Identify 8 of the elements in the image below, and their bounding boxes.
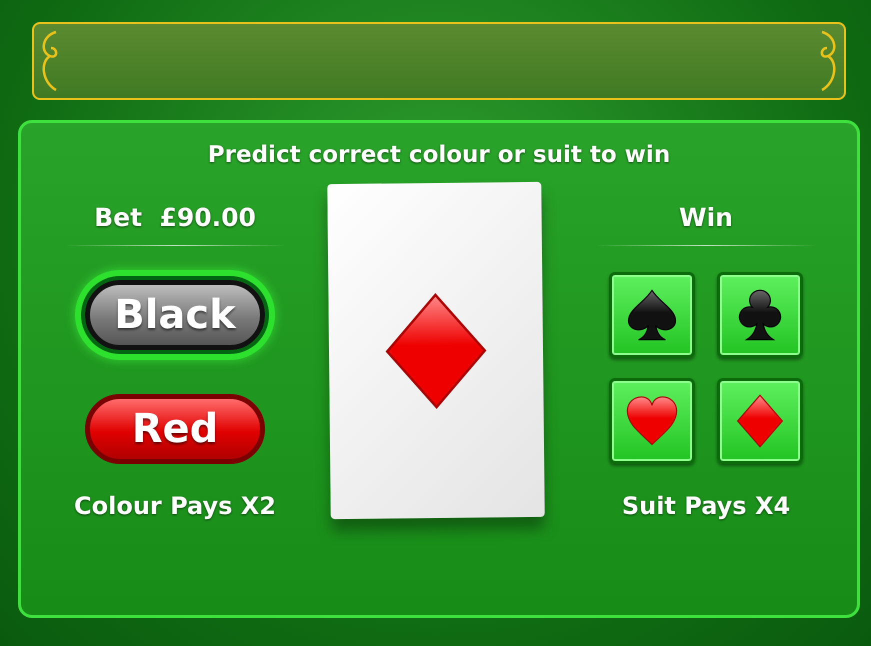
colour-pays-text: Colour Pays X2 [74, 492, 276, 520]
suit-button[interactable] [609, 272, 695, 358]
bet-amount: Bet £90.00 [94, 203, 256, 233]
win-label: Win [679, 203, 733, 233]
instruction-text: Predict correct colour or suit to win [208, 142, 670, 168]
suit-button[interactable] [717, 272, 803, 358]
suit-pays-text: Suit Pays X4 [622, 492, 790, 520]
colour-button[interactable]: Red [85, 394, 265, 464]
